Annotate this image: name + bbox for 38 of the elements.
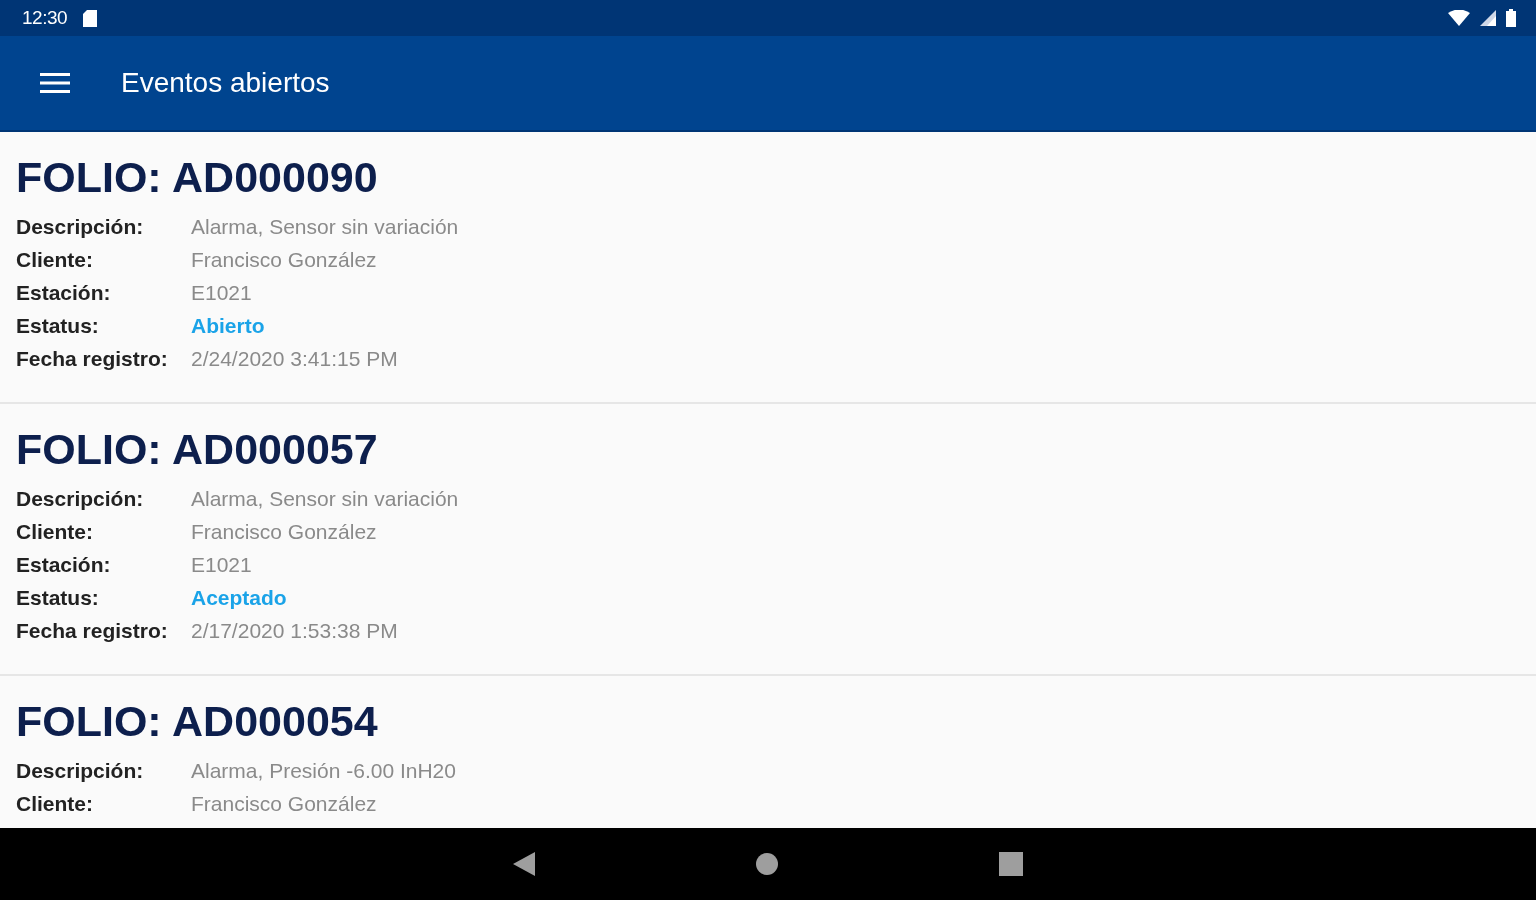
field-label: Cliente: (16, 519, 94, 544)
event-card[interactable]: FOLIO: AD000057 Descripción: Alarma, Sensor sin variación Cliente: Francisco González Estación: E1021 Estatus: Aceptado Fecha registro: 2/17/2020 1:53:38 PM (0, 404, 1536, 676)
folio-title: FOLIO: AD000090 (16, 152, 379, 203)
field-label: Descripción: (16, 214, 145, 239)
field-label: Estación: (16, 280, 112, 305)
sd-card-icon (83, 9, 98, 27)
field-value: Francisco González (191, 519, 377, 544)
field-label: Estatus: (16, 585, 100, 610)
signal-icon (1480, 10, 1496, 26)
field-label: Descripción: (16, 486, 145, 511)
field-value: 2/17/2020 1:53:38 PM (191, 618, 398, 643)
event-card[interactable]: FOLIO: AD000090 Descripción: Alarma, Sensor sin variación Cliente: Francisco González Estación: E1021 Estatus: Abierto Fecha registro: 2/24/2020 3:41:15 PM (0, 132, 1536, 404)
field-label: Descripción: (16, 758, 145, 783)
status-value: Abierto (191, 313, 265, 338)
home-icon[interactable] (755, 852, 779, 876)
field-label: Estación: (16, 552, 112, 577)
battery-icon (1506, 9, 1516, 27)
field-value: Alarma, Sensor sin variación (191, 486, 459, 511)
app-bar-title: Eventos abiertos (121, 67, 330, 99)
clock-time: 12:30 (22, 7, 68, 29)
back-icon[interactable] (513, 852, 535, 876)
field-value: Alarma, Sensor sin variación (191, 214, 459, 239)
field-value: Francisco González (191, 247, 377, 272)
field-label: Cliente: (16, 791, 94, 816)
field-label: Fecha registro: (16, 346, 169, 371)
menu-icon[interactable] (40, 73, 70, 93)
field-label: Estatus: (16, 313, 100, 338)
field-label: Fecha registro: (16, 618, 169, 643)
folio-title: FOLIO: AD000057 (16, 424, 379, 475)
field-value: 2/24/2020 3:41:15 PM (191, 346, 398, 371)
field-value: Alarma, Presión -6.00 InH20 (191, 758, 456, 783)
field-label: Cliente: (16, 247, 94, 272)
wifi-icon (1448, 10, 1470, 26)
field-value: E1021 (191, 280, 252, 305)
field-value: E1021 (191, 552, 252, 577)
folio-title: FOLIO: AD000054 (16, 696, 379, 747)
field-value: Francisco González (191, 791, 377, 816)
status-value: Aceptado (191, 585, 287, 610)
